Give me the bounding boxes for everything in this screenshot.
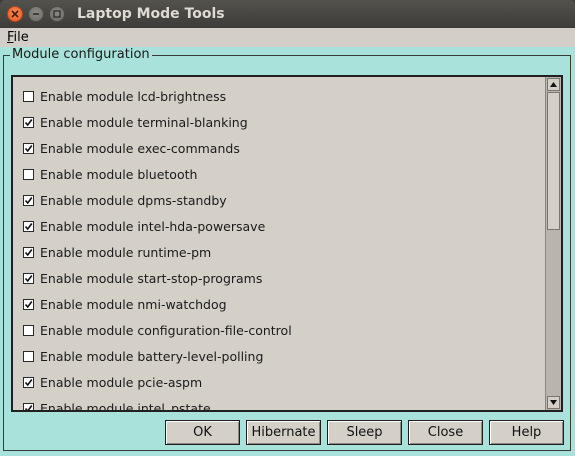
module-row[interactable]: Enable module lcd-brightness bbox=[23, 86, 226, 106]
close-window-button[interactable] bbox=[7, 6, 23, 22]
scroll-down-button[interactable] bbox=[547, 396, 560, 409]
checkmark-icon bbox=[24, 378, 33, 386]
maximize-window-button[interactable] bbox=[49, 6, 65, 22]
module-checkbox[interactable] bbox=[23, 220, 34, 232]
module-row[interactable]: Enable module terminal-blanking bbox=[23, 112, 248, 132]
close-icon bbox=[11, 10, 19, 18]
close-button[interactable]: Close bbox=[408, 420, 483, 445]
window-title: Laptop Mode Tools bbox=[77, 6, 225, 22]
module-row[interactable]: Enable module intel_pstate bbox=[23, 398, 211, 410]
module-row[interactable]: Enable module intel-hda-powersave bbox=[23, 216, 265, 236]
module-label: Enable module runtime-pm bbox=[40, 244, 212, 260]
module-list[interactable]: Enable module lcd-brightness Enable modul… bbox=[11, 75, 563, 412]
module-label: Enable module start-stop-programs bbox=[40, 270, 263, 286]
maximize-icon bbox=[53, 10, 61, 18]
checkmark-icon bbox=[24, 144, 33, 152]
vertical-scrollbar[interactable] bbox=[545, 77, 561, 410]
checkmark-icon bbox=[24, 222, 33, 230]
module-checkbox[interactable] bbox=[23, 402, 34, 410]
arrow-down-icon bbox=[550, 400, 557, 405]
module-checkbox[interactable] bbox=[23, 350, 34, 362]
module-label: Enable module intel_pstate bbox=[40, 400, 211, 411]
module-label: Enable module bluetooth bbox=[40, 166, 198, 182]
module-row[interactable]: Enable module configuration-file-control bbox=[23, 320, 292, 340]
module-row[interactable]: Enable module bluetooth bbox=[23, 164, 197, 184]
window-client: File Module configuration Enable module … bbox=[0, 28, 575, 456]
module-list-items: Enable module lcd-brightness Enable modul… bbox=[13, 77, 543, 410]
module-checkbox[interactable] bbox=[23, 194, 34, 206]
module-label: Enable module nmi-watchdog bbox=[40, 296, 227, 312]
module-checkbox[interactable] bbox=[23, 168, 34, 180]
module-label: Enable module configuration-file-control bbox=[40, 322, 292, 338]
module-row[interactable]: Enable module runtime-pm bbox=[23, 242, 211, 262]
module-row[interactable]: Enable module pcie-aspm bbox=[23, 372, 202, 392]
module-row[interactable]: Enable module exec-commands bbox=[23, 138, 240, 158]
checkmark-icon bbox=[24, 404, 33, 410]
help-button[interactable]: Help bbox=[489, 420, 564, 445]
module-label: Enable module intel-hda-powersave bbox=[40, 218, 266, 234]
module-checkbox[interactable] bbox=[23, 324, 34, 336]
scrollbar-thumb[interactable] bbox=[547, 92, 560, 230]
module-row[interactable]: Enable module nmi-watchdog bbox=[23, 294, 227, 314]
title-bar: Laptop Mode Tools bbox=[0, 0, 575, 28]
menu-bar: File bbox=[0, 28, 575, 47]
arrow-up-icon bbox=[550, 82, 557, 87]
module-label: Enable module lcd-brightness bbox=[40, 88, 227, 104]
module-checkbox[interactable] bbox=[23, 246, 34, 258]
checkmark-icon bbox=[24, 196, 33, 204]
module-label: Enable module pcie-aspm bbox=[40, 374, 203, 390]
module-checkbox[interactable] bbox=[23, 90, 34, 102]
module-checkbox[interactable] bbox=[23, 142, 34, 154]
module-checkbox[interactable] bbox=[23, 298, 34, 310]
module-row[interactable]: Enable module start-stop-programs bbox=[23, 268, 262, 288]
minimize-window-button[interactable] bbox=[28, 6, 44, 22]
module-label: Enable module battery-level-polling bbox=[40, 348, 264, 364]
hibernate-button[interactable]: Hibernate bbox=[246, 420, 321, 445]
menu-file[interactable]: File bbox=[7, 30, 29, 45]
checkmark-icon bbox=[24, 118, 33, 126]
group-label: Module configuration bbox=[10, 47, 152, 62]
module-checkbox[interactable] bbox=[23, 116, 34, 128]
module-checkbox[interactable] bbox=[23, 272, 34, 284]
module-row[interactable]: Enable module dpms-standby bbox=[23, 190, 227, 210]
module-label: Enable module exec-commands bbox=[40, 140, 240, 156]
module-checkbox[interactable] bbox=[23, 376, 34, 388]
checkmark-icon bbox=[24, 274, 33, 282]
menu-file-label: ile bbox=[13, 30, 29, 45]
module-row[interactable]: Enable module battery-level-polling bbox=[23, 346, 263, 366]
scroll-up-button[interactable] bbox=[547, 78, 560, 91]
minimize-icon bbox=[33, 13, 39, 15]
sleep-button[interactable]: Sleep bbox=[327, 420, 402, 445]
ok-button[interactable]: OK bbox=[165, 420, 240, 445]
module-label: Enable module terminal-blanking bbox=[40, 114, 248, 130]
module-label: Enable module dpms-standby bbox=[40, 192, 227, 208]
checkmark-icon bbox=[24, 248, 33, 256]
checkmark-icon bbox=[24, 300, 33, 308]
